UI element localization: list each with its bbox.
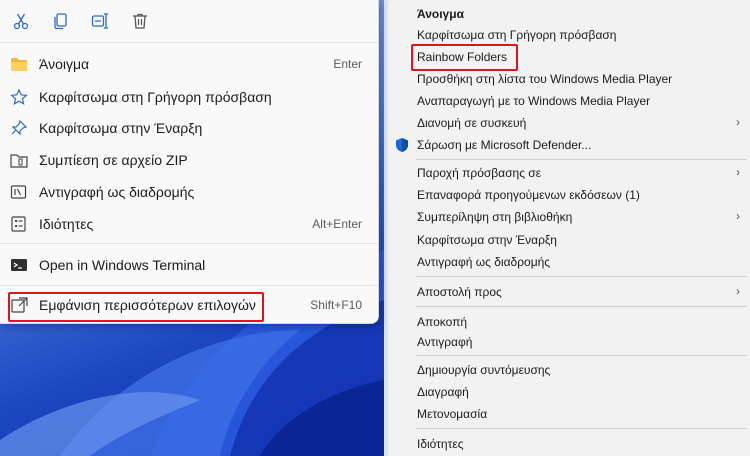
menu-separator	[416, 428, 746, 429]
classic-item-label: Αποστολή προς	[417, 285, 502, 299]
copy-path-icon	[10, 185, 27, 199]
menu-item-label: Άνοιγμα	[39, 56, 90, 72]
highlight-box-rainbow-folders	[411, 44, 518, 71]
classic-item-label: Αποκοπή	[417, 315, 468, 329]
menu-item-open-terminal[interactable]: Open in Windows Terminal	[2, 250, 374, 280]
delete-button[interactable]	[127, 8, 153, 34]
copy-icon	[54, 13, 67, 30]
menu-item-label: Αντιγραφή ως διαδρομής	[39, 184, 195, 200]
menu-item-label: Συμπίεση σε αρχείο ZIP	[39, 152, 188, 168]
classic-item-label: Καρφίτσωμα στη Γρήγορη πρόσβαση	[417, 28, 617, 42]
highlight-box-show-more	[8, 292, 264, 322]
classic-item-label: Διανομή σε συσκευή	[417, 116, 527, 130]
classic-item-cut[interactable]: Αποκοπή	[388, 311, 750, 333]
shortcut-label: Enter	[333, 57, 362, 71]
classic-item-label: Παροχή πρόσβασης σε	[417, 166, 542, 180]
shortcut-label: Alt+Enter	[312, 217, 362, 231]
classic-item-play-wmp[interactable]: Αναπαραγωγή με το Windows Media Player	[388, 90, 750, 112]
chevron-right-icon: ›	[736, 209, 740, 223]
classic-item-open[interactable]: Άνοιγμα	[388, 3, 750, 25]
classic-item-label: Διαγραφή	[417, 385, 469, 399]
shield-icon	[396, 138, 408, 152]
star-icon	[10, 89, 28, 105]
classic-item-include-library[interactable]: Συμπερίληψη στη βιβλιοθήκη ›	[388, 206, 750, 228]
classic-item-cast-to-device[interactable]: Διανομή σε συσκευή ›	[388, 112, 750, 134]
properties-icon	[11, 216, 26, 232]
classic-item-label: Αντιγραφή ως διαδρομής	[417, 255, 551, 269]
classic-item-pin-start[interactable]: Καρφίτσωμα στην Έναρξη	[388, 229, 750, 251]
classic-item-copy-as-path[interactable]: Αντιγραφή ως διαδρομής	[388, 251, 750, 273]
zip-icon	[10, 154, 28, 168]
menu-separator	[0, 42, 378, 43]
classic-item-restore-versions[interactable]: Επαναφορά προηγούμενων εκδόσεων (1)	[388, 184, 750, 206]
trash-icon	[133, 13, 147, 29]
rename-button[interactable]	[87, 8, 113, 34]
classic-item-give-access[interactable]: Παροχή πρόσβασης σε ›	[388, 162, 750, 184]
classic-item-rename[interactable]: Μετονομασία	[388, 403, 750, 425]
classic-item-label: Συμπερίληψη στη βιβλιοθήκη	[417, 210, 573, 224]
classic-item-add-wmp-list[interactable]: Προσθήκη στη λίστα του Windows Media Pla…	[388, 68, 750, 90]
chevron-right-icon: ›	[736, 284, 740, 298]
classic-item-delete[interactable]: Διαγραφή	[388, 381, 750, 403]
menu-separator	[416, 276, 746, 277]
classic-item-label: Αντιγραφή	[417, 335, 473, 349]
chevron-right-icon: ›	[736, 115, 740, 129]
classic-item-label: Ιδιότητες	[417, 437, 464, 451]
classic-item-label: Δημιουργία συντόμευσης	[417, 363, 551, 377]
pin-icon	[11, 120, 28, 136]
classic-item-label: Καρφίτσωμα στην Έναρξη	[417, 233, 557, 247]
menu-separator	[416, 306, 746, 307]
menu-item-label: Open in Windows Terminal	[39, 257, 206, 273]
menu-item-label: Καρφίτσωμα στην Έναρξη	[39, 120, 203, 136]
scissors-icon	[13, 13, 29, 30]
rename-icon	[91, 13, 108, 29]
classic-item-label: Αναπαραγωγή με το Windows Media Player	[417, 94, 651, 108]
menu-item-pin-start[interactable]: Καρφίτσωμα στην Έναρξη	[2, 113, 374, 143]
menu-item-copy-as-path[interactable]: Αντιγραφή ως διαδρομής	[2, 177, 374, 207]
classic-item-send-to[interactable]: Αποστολή προς ›	[388, 281, 750, 303]
quick-actions-bar	[0, 0, 378, 42]
modern-context-menu: Άνοιγμα Enter Καρφίτσωμα στη Γρήγορη πρό…	[0, 0, 379, 324]
menu-separator	[416, 159, 746, 160]
shortcut-label: Shift+F10	[310, 298, 362, 312]
menu-item-compress-zip[interactable]: Συμπίεση σε αρχείο ZIP	[2, 145, 374, 175]
classic-item-pin-quick-access[interactable]: Καρφίτσωμα στη Γρήγορη πρόσβαση	[388, 24, 750, 46]
classic-item-create-shortcut[interactable]: Δημιουργία συντόμευσης	[388, 359, 750, 381]
menu-separator	[0, 285, 378, 286]
copy-button[interactable]	[48, 8, 74, 34]
cut-button[interactable]	[8, 8, 34, 34]
menu-item-label: Ιδιότητες	[39, 216, 94, 232]
menu-separator	[0, 243, 378, 244]
classic-item-label: Προσθήκη στη λίστα του Windows Media Pla…	[417, 72, 673, 86]
menu-item-label: Καρφίτσωμα στη Γρήγορη πρόσβαση	[39, 89, 272, 105]
classic-item-scan-defender[interactable]: Σάρωση με Microsoft Defender...	[388, 134, 750, 156]
menu-separator	[416, 355, 746, 356]
classic-item-label: Σάρωση με Microsoft Defender...	[417, 138, 592, 152]
terminal-icon	[11, 259, 27, 271]
folder-icon	[11, 58, 27, 71]
menu-item-properties[interactable]: Ιδιότητες Alt+Enter	[2, 209, 374, 239]
classic-item-label: Άνοιγμα	[417, 7, 464, 21]
menu-item-open[interactable]: Άνοιγμα Enter	[2, 49, 374, 79]
classic-item-copy[interactable]: Αντιγραφή	[388, 331, 750, 353]
menu-item-pin-quick-access[interactable]: Καρφίτσωμα στη Γρήγορη πρόσβαση	[2, 82, 374, 112]
chevron-right-icon: ›	[736, 165, 740, 179]
classic-item-properties[interactable]: Ιδιότητες	[388, 433, 750, 455]
classic-item-label: Μετονομασία	[417, 407, 488, 421]
classic-item-label: Επαναφορά προηγούμενων εκδόσεων (1)	[417, 188, 640, 202]
